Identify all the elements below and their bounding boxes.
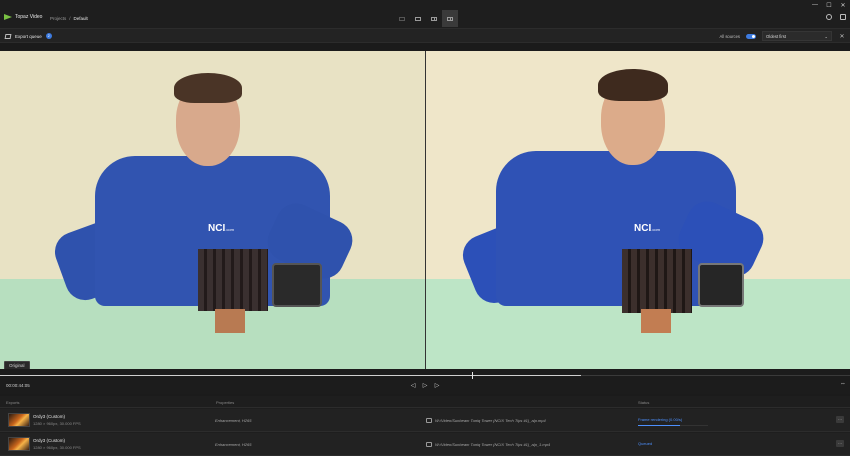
export-queue-count-badge: 2 [45,33,52,39]
export-spec: 1280 × 960px, 30.000 FPS [33,445,81,450]
breadcrumb-projects[interactable]: Projects [50,16,66,21]
shirt-logo-suffix: .com [651,227,660,232]
shirt-logo-text: NCI [634,223,652,234]
cpu-cooler [198,249,268,311]
view-mode-switcher [394,10,458,27]
close-queue-button[interactable]: ✕ [838,32,846,40]
export-row[interactable]: Ordy3 (Custom) 1280 × 960px, 30.000 FPS … [0,409,850,432]
export-row[interactable]: Ordy3 (Custom) 1280 × 960px, 30.000 FPS … [0,433,850,456]
breadcrumb-separator: / [69,16,71,21]
breadcrumb: Projects / Default [50,16,88,21]
window-titlebar [0,0,850,10]
heatpipes [641,309,671,333]
original-preview-pane[interactable]: NCI.com [0,51,425,369]
export-path: W:/Video/Sunbeam Tuniq Tower (NCIX Tech … [435,442,551,447]
scene-hair [174,73,242,103]
side-by-side-icon [447,16,453,21]
split-view-icon [431,16,437,21]
cpu-cooler [622,249,692,313]
export-progress-fill [638,425,680,426]
scene-hair [598,69,668,101]
all-sources-label: All sources [719,33,740,39]
export-progress-bar [638,425,708,426]
export-thumbnail [8,413,30,427]
export-name: Ordy3 (Custom) [33,438,66,443]
shirt-logo: NCI.com [634,223,660,234]
more-options-button[interactable]: ··· [836,440,844,447]
export-status: Queued [638,441,653,446]
export-spec: 1280 × 960px, 30.000 FPS [33,421,81,426]
full-view-icon [415,16,421,21]
cooler-fan [272,263,322,307]
enhanced-preview-pane[interactable]: NCI.com [426,51,850,369]
topaz-logo-icon [4,14,12,20]
cooler-fan [698,263,744,307]
sort-order-value: Oldest first [766,33,787,39]
next-frame-button[interactable]: ▷ [433,381,441,389]
heatpipes [215,309,245,333]
folder-icon[interactable] [426,418,432,423]
export-path: W:/Video/Sunbeam Tuniq Tower (NCIX Tech … [435,418,546,423]
playhead-handle[interactable] [471,372,473,379]
window-controls: — ☐ ✕ [808,0,850,10]
play-button[interactable]: ▷ [421,381,429,389]
maximize-button[interactable]: ☐ [822,0,836,10]
scrub-progress [0,375,582,376]
timeline: 00:00:44:05 ◁ ▷ ▷ ⇔ [0,369,850,394]
previous-frame-button[interactable]: ◁ [409,381,417,389]
app-name: Topaz Video [15,14,43,20]
column-status: Status [638,400,650,405]
compare-icon[interactable]: ⇔ [840,381,846,387]
exports-table-header: Exports Properties Status [0,396,850,408]
close-window-button[interactable]: ✕ [836,0,850,10]
exports-table: Exports Properties Status Ordy3 (Custom)… [0,396,850,456]
video-viewer[interactable]: NCI.com NCI.com Original [0,51,850,370]
folder-icon[interactable] [426,442,432,447]
view-mode-single[interactable] [394,10,410,27]
export-status: Frame rendering (0.00/s) [638,417,683,422]
top-right-tools [826,14,846,20]
breadcrumb-current[interactable]: Default [74,16,88,21]
column-exports: Exports [6,400,20,405]
export-thumbnail [8,437,30,451]
view-mode-full[interactable] [410,10,426,27]
shirt-logo-text: NCI [208,223,226,234]
view-mode-split[interactable] [426,10,442,27]
gear-icon[interactable] [826,14,832,20]
column-properties: Properties [216,400,235,405]
app-logo: Topaz Video [4,14,42,20]
all-sources-toggle[interactable] [746,33,756,39]
transport-controls: ◁ ▷ ▷ [409,381,441,389]
shirt-logo-suffix: .com [225,227,234,232]
more-options-button[interactable]: ··· [836,416,844,423]
export-queue-bar: Export queue 2 All sources Oldest first … [0,28,850,43]
export-queue-header[interactable]: Export queue 2 [4,33,52,39]
export-properties: Enhancement, H265 [215,442,252,447]
export-queue-label: Export queue [15,33,42,39]
sort-order-select[interactable]: Oldest first ⌄ [762,31,832,41]
chevron-down-icon: ⌄ [824,33,828,39]
minimize-button[interactable]: — [808,0,822,10]
timecode-display: 00:00:44:05 [6,383,30,388]
layers-icon [4,33,12,39]
single-view-icon [399,16,405,21]
view-mode-side-by-side[interactable] [442,10,458,27]
export-name: Ordy3 (Custom) [33,414,66,419]
shirt-logo: NCI.com [208,223,234,234]
queue-filters: All sources Oldest first ⌄ ✕ [720,31,846,41]
export-properties: Enhancement, H265 [215,418,252,423]
export-icon[interactable] [840,14,846,20]
